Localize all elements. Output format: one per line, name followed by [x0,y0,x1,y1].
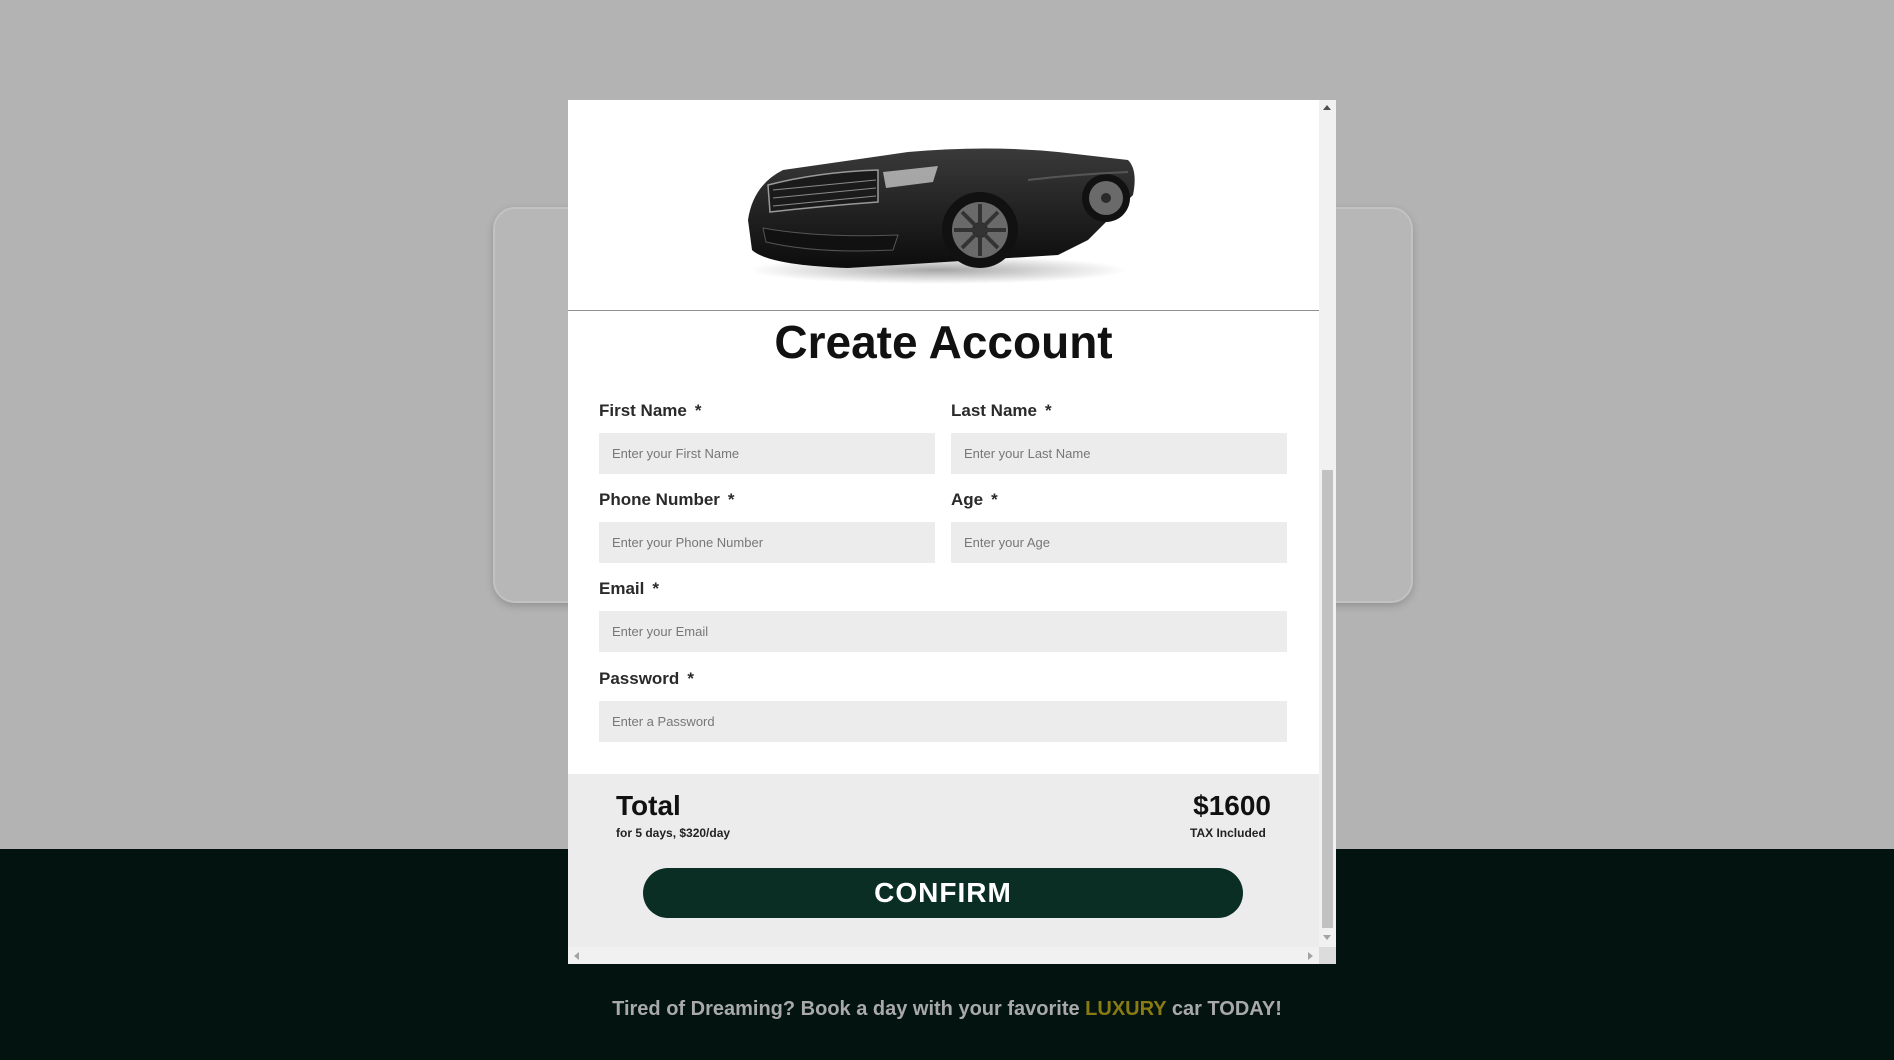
age-input[interactable] [951,522,1287,563]
last-name-label: Last Name * [951,401,1052,421]
phone-label: Phone Number * [599,490,735,510]
scroll-left-arrow-icon[interactable] [574,952,579,960]
car-image [748,148,1135,284]
last-name-input[interactable] [951,433,1287,474]
tagline: Tired of Dreaming? Book a day with your … [0,998,1894,1021]
car-image-area [568,100,1319,311]
last-name-label-text: Last Name [951,401,1037,420]
email-input[interactable] [599,611,1287,652]
first-name-label-text: First Name [599,401,687,420]
tagline-text-end: car TODAY! [1166,998,1282,1020]
required-marker: * [991,490,998,509]
total-section: Total for 5 days, $320/day $1600 TAX Inc… [568,774,1319,947]
required-marker: * [687,669,694,688]
scroll-up-arrow-icon[interactable] [1323,105,1331,110]
total-label: Total [616,790,681,821]
age-label: Age * [951,490,998,510]
horizontal-scrollbar[interactable] [568,947,1319,964]
vertical-scrollbar[interactable] [1319,100,1336,947]
create-account-modal: Create Account First Name * Last Name * Ph… [568,100,1336,964]
required-marker: * [727,490,735,509]
scroll-right-arrow-icon[interactable] [1308,952,1313,960]
modal-scroll-content[interactable]: Create Account First Name * Last Name * Ph… [568,100,1319,947]
required-marker: * [694,401,702,420]
password-label-text: Password [599,669,680,688]
tagline-accent: LUXURY [1085,998,1167,1020]
page: L os Tired of Dreaming? Book a day with … [0,0,1894,1060]
required-marker: * [652,579,659,598]
vertical-scroll-thumb[interactable] [1322,470,1333,928]
phone-input[interactable] [599,522,935,563]
modal-title: Create Account [774,316,1113,368]
email-label: Email * [599,579,659,599]
scrollbar-corner [1319,947,1336,964]
confirm-button[interactable]: CONFIRM [643,868,1243,918]
scroll-down-arrow-icon[interactable] [1323,935,1331,940]
first-name-label: First Name * [599,401,702,421]
required-marker: * [1044,401,1052,420]
password-label: Password * [599,669,694,689]
email-label-text: Email [599,579,645,598]
total-detail: for 5 days, $320/day [616,826,731,840]
age-label-text: Age [951,490,984,509]
tax-note: TAX Included [1190,826,1266,840]
tagline-text: Tired of Dreaming? Book a day with your … [612,998,1086,1020]
password-input[interactable] [599,701,1287,742]
total-price: $1600 [1193,790,1271,821]
first-name-input[interactable] [599,433,935,474]
phone-label-text: Phone Number [599,490,720,509]
